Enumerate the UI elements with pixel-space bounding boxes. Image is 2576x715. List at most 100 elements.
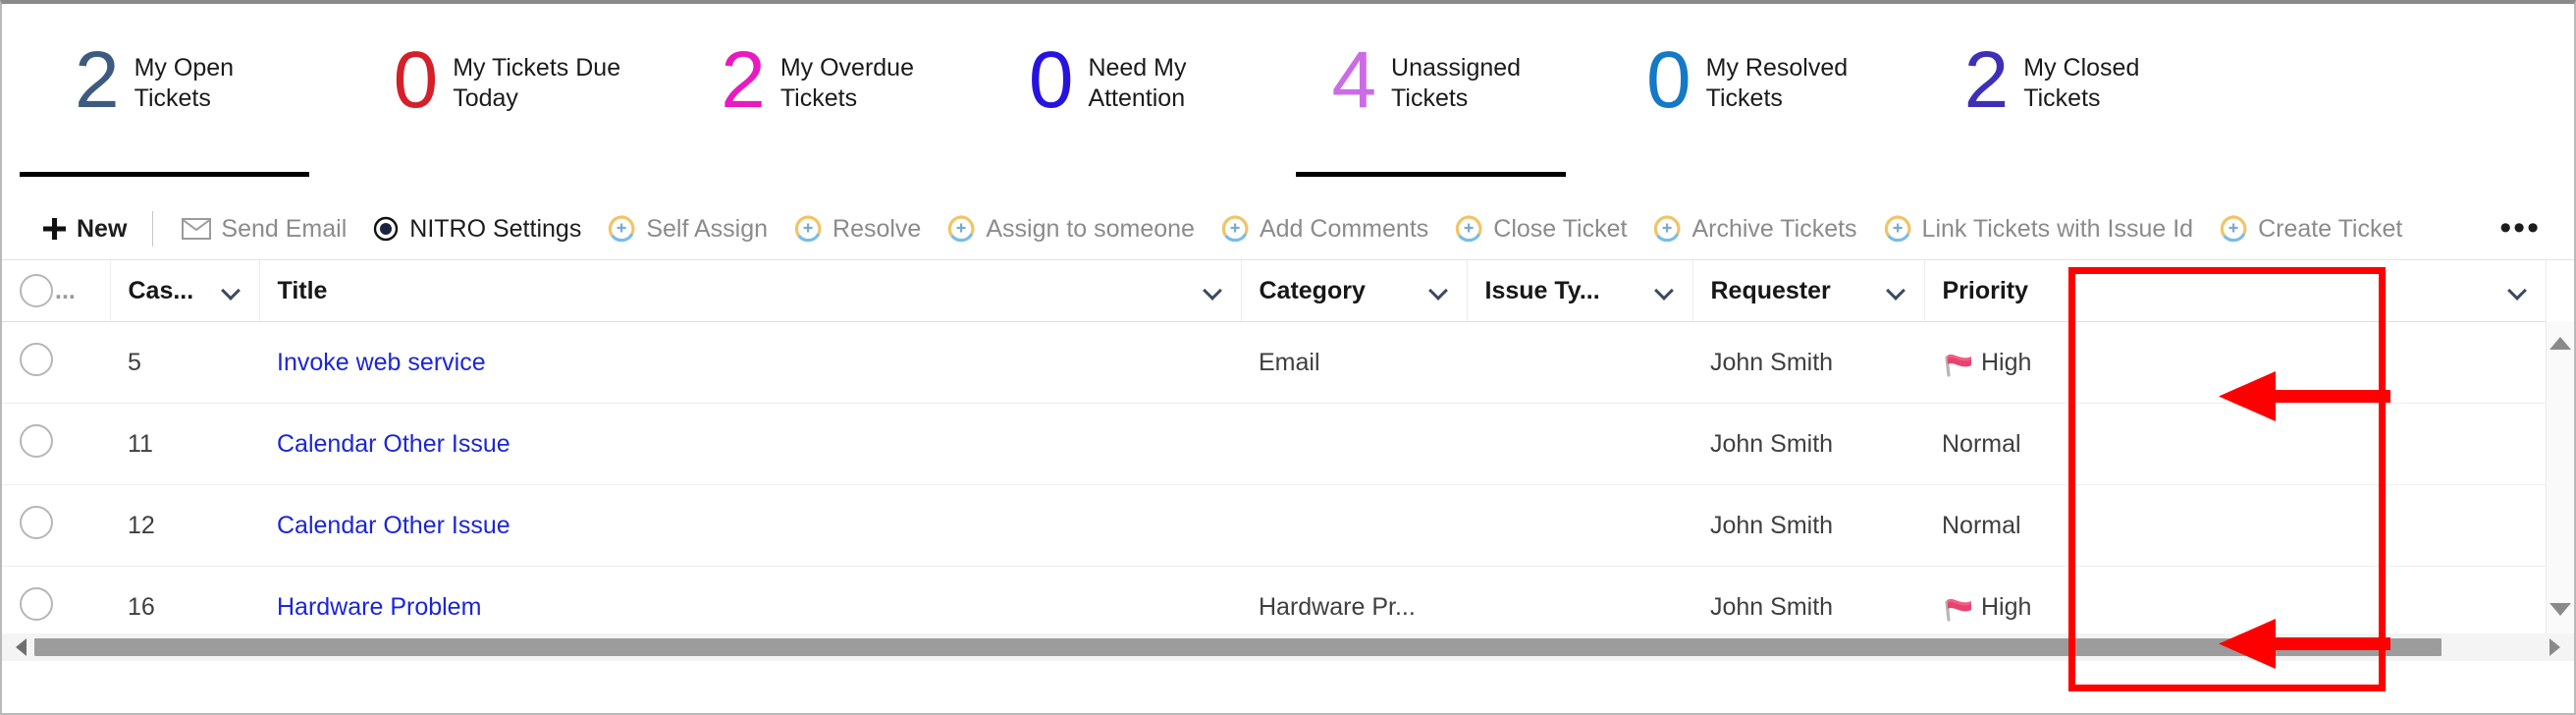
row-checkbox[interactable] xyxy=(20,505,53,539)
cell-requester: John Smith xyxy=(1692,321,1924,404)
column-header-priority[interactable]: Priority xyxy=(1924,260,2547,322)
kpi-label: My Resolved Tickets xyxy=(1705,54,1849,112)
cell-priority: Normal xyxy=(1924,403,2547,485)
kpi-tile-my-open-tickets[interactable]: 2 My Open Tickets xyxy=(2,4,335,198)
kpi-label: My Closed Tickets xyxy=(2023,54,2140,112)
cell-case-id: 11 xyxy=(110,403,259,485)
cell-issue-type xyxy=(1467,484,1692,567)
cell-title: Invoke web service xyxy=(259,321,1241,404)
archive-tickets-button[interactable]: Archive Tickets xyxy=(1639,198,1869,259)
kpi-label: My Open Tickets xyxy=(134,54,235,112)
row-checkbox[interactable] xyxy=(20,423,53,458)
cell-requester: John Smith xyxy=(1692,484,1924,567)
scroll-right-icon[interactable] xyxy=(2549,638,2560,656)
cell-case-id: 12 xyxy=(110,484,259,567)
vertical-scrollbar[interactable] xyxy=(2546,321,2574,633)
row-select-cell[interactable] xyxy=(2,321,110,404)
nitro-settings-button[interactable]: NITRO Settings xyxy=(359,198,594,259)
cell-requester: John Smith xyxy=(1692,403,1924,485)
horizontal-scrollbar[interactable] xyxy=(2,633,2574,661)
column-header-case[interactable]: Cas... xyxy=(110,260,260,322)
horizontal-scroll-track[interactable] xyxy=(34,638,2542,656)
kpi-tile-my-closed-tickets[interactable]: 2 My Closed Tickets xyxy=(1911,4,2215,198)
self-assign-button[interactable]: Self Assign xyxy=(594,198,780,259)
nitro-icon xyxy=(372,215,400,243)
cell-priority: High xyxy=(1924,321,2547,404)
close-ticket-button[interactable]: Close Ticket xyxy=(1441,198,1639,259)
chevron-down-icon[interactable] xyxy=(222,281,242,301)
kpi-value: 0 xyxy=(393,35,439,125)
chevron-down-icon[interactable] xyxy=(1204,281,1223,301)
cell-issue-type xyxy=(1467,566,1692,633)
command-label: Close Ticket xyxy=(1493,214,1628,243)
kpi-tile-need-my-attention[interactable]: 0 Need My Attention xyxy=(976,4,1279,198)
table-row[interactable]: 16 Hardware Problem Hardware Pr... John Smi… xyxy=(2,566,2547,633)
red-flag-icon xyxy=(1942,348,1975,377)
ticket-grid: ... Cas... Title Category Issue Ty... Request… xyxy=(2,260,2547,633)
kpi-tiles-strip: 2 My Open Tickets 0 My Tickets Due Today 2 My… xyxy=(2,4,2574,198)
table-row[interactable]: 12 Calendar Other Issue John Smith Normal xyxy=(2,484,2547,567)
column-header-requester[interactable]: Requester xyxy=(1692,260,1925,322)
kpi-active-underline xyxy=(1296,172,1567,177)
red-flag-icon xyxy=(1945,599,1971,622)
table-row[interactable]: 5 Invoke web service Email John Smith High xyxy=(2,321,2547,404)
column-header-label: Issue Ty... xyxy=(1484,276,1600,304)
cell-title: Hardware Problem xyxy=(259,566,1241,633)
table-row[interactable]: 11 Calendar Other Issue John Smith Normal xyxy=(2,403,2547,485)
column-header-label: Cas... xyxy=(128,276,194,304)
workflow-icon xyxy=(946,214,976,244)
column-header-label: Title xyxy=(277,276,328,304)
resolve-button[interactable]: Resolve xyxy=(780,198,934,259)
row-select-cell[interactable] xyxy=(2,484,110,567)
column-header-label: Category xyxy=(1259,276,1366,304)
workflow-icon xyxy=(1454,214,1483,244)
command-label: Add Comments xyxy=(1259,214,1429,243)
kpi-tile-unassigned-tickets[interactable]: 4 Unassigned Tickets xyxy=(1278,4,1591,198)
command-label: New xyxy=(77,214,128,243)
red-flag-icon xyxy=(1942,592,1975,622)
column-header-issue[interactable]: Issue Ty... xyxy=(1467,260,1693,322)
ticket-title-link[interactable]: Calendar Other Issue xyxy=(277,512,510,539)
chevron-down-icon[interactable] xyxy=(1655,281,1675,301)
kpi-tile-my-tickets-due-today[interactable]: 0 My Tickets Due Today xyxy=(335,4,669,198)
priority-value: Normal xyxy=(1942,429,2021,458)
scroll-left-icon[interactable] xyxy=(16,638,27,656)
ticket-grid-wrapper: ... Cas... Title Category Issue Ty... Request… xyxy=(2,260,2574,661)
command-label: Link Tickets with Issue Id xyxy=(1921,214,2194,243)
ticket-title-link[interactable]: Hardware Problem xyxy=(277,593,481,621)
row-select-cell[interactable] xyxy=(2,566,110,633)
row-checkbox[interactable] xyxy=(20,586,53,621)
chevron-down-icon[interactable] xyxy=(1429,281,1449,301)
add-comments-button[interactable]: Add Comments xyxy=(1208,198,1441,259)
kpi-tile-my-resolved-tickets[interactable]: 0 My Resolved Tickets xyxy=(1591,4,1911,198)
kpi-label: My Tickets Due Today xyxy=(453,54,621,112)
ticket-title-link[interactable]: Invoke web service xyxy=(277,349,486,376)
cell-category: Email xyxy=(1241,321,1467,404)
link-tickets-with-issue-id-button[interactable]: Link Tickets with Issue Id xyxy=(1870,198,2207,259)
kpi-label: My Overdue Tickets xyxy=(779,54,914,112)
assign-to-someone-button[interactable]: Assign to someone xyxy=(934,198,1208,259)
send-email-button[interactable]: Send Email xyxy=(169,198,359,259)
cell-case-id: 16 xyxy=(110,566,259,633)
workflow-icon xyxy=(793,214,823,244)
scroll-up-icon[interactable] xyxy=(2549,337,2571,350)
column-header-select[interactable]: ... xyxy=(2,260,111,322)
kpi-tile-my-overdue-tickets[interactable]: 2 My Overdue Tickets xyxy=(668,4,976,198)
priority-value: High xyxy=(1981,348,2032,376)
scroll-down-icon[interactable] xyxy=(2549,603,2571,616)
ticket-title-link[interactable]: Calendar Other Issue xyxy=(277,430,510,458)
overflow-menu-icon[interactable]: ••• xyxy=(2499,212,2574,245)
column-header-title[interactable]: Title xyxy=(259,260,1242,322)
kpi-active-underline xyxy=(20,172,309,177)
select-all-checkbox[interactable] xyxy=(20,274,53,307)
row-checkbox[interactable] xyxy=(20,342,53,376)
chevron-down-icon[interactable] xyxy=(1887,281,1906,301)
new-button[interactable]: New xyxy=(41,198,146,259)
create-ticket-button[interactable]: Create Ticket xyxy=(2206,198,2415,259)
command-label: NITRO Settings xyxy=(409,214,582,243)
column-header-category[interactable]: Category xyxy=(1241,260,1468,322)
chevron-down-icon[interactable] xyxy=(2508,281,2528,301)
row-select-cell[interactable] xyxy=(2,403,110,485)
horizontal-scroll-thumb[interactable] xyxy=(34,638,2442,656)
kpi-value: 2 xyxy=(75,35,120,125)
